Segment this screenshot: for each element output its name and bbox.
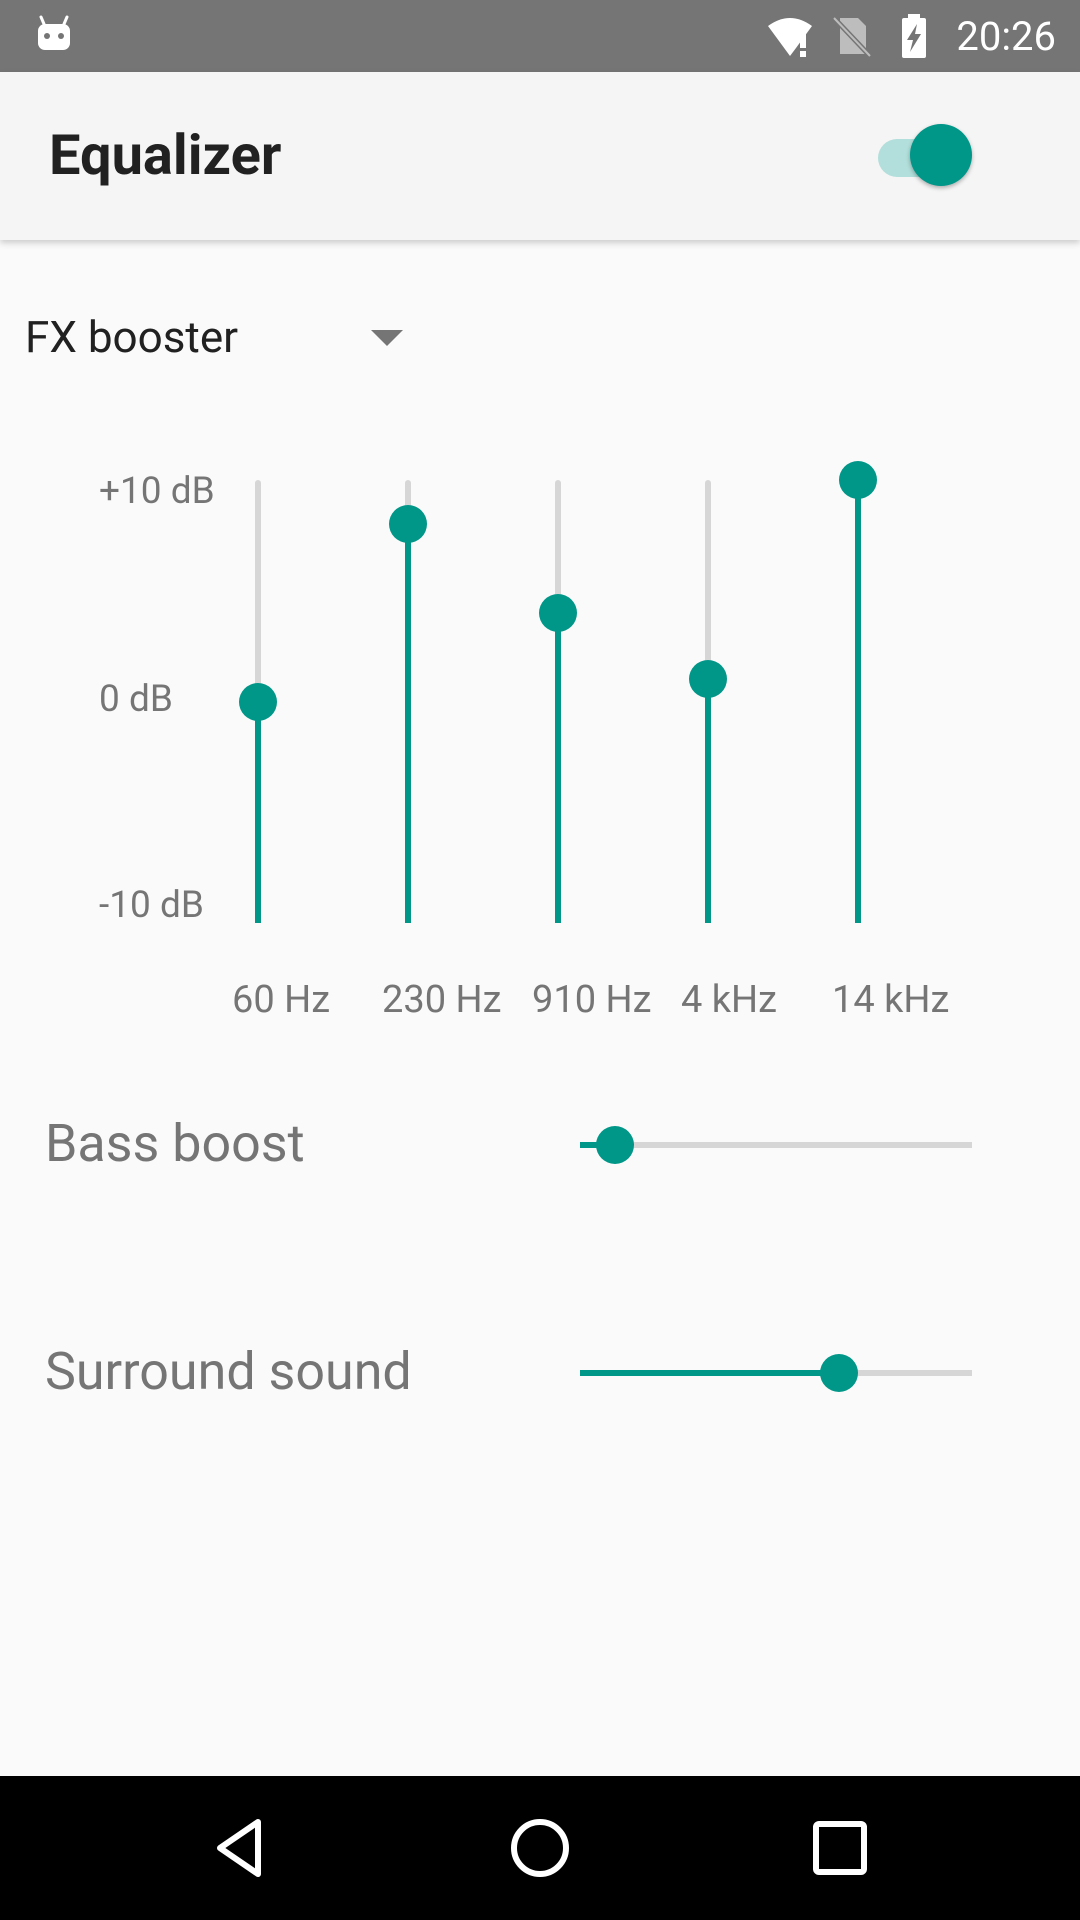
surround-sound-slider[interactable] bbox=[580, 1348, 972, 1398]
recents-icon[interactable] bbox=[806, 1814, 874, 1882]
band-thumb-60-hz[interactable] bbox=[239, 682, 277, 721]
band-label-60-hz: 60 Hz bbox=[232, 978, 331, 1022]
app-bar: Equalizer bbox=[0, 72, 1080, 240]
bass-boost-slider[interactable] bbox=[580, 1120, 972, 1170]
home-icon[interactable] bbox=[506, 1814, 574, 1882]
bass-boost-label: Bass boost bbox=[45, 1113, 305, 1174]
battery-charging-icon bbox=[902, 14, 927, 58]
band-thumb-910-hz[interactable] bbox=[539, 593, 577, 632]
status-bar: 20:26 bbox=[0, 0, 1080, 72]
wifi-alert-icon bbox=[768, 18, 813, 57]
band-thumb-230-hz[interactable] bbox=[389, 505, 427, 544]
band-fill-230-hz bbox=[405, 524, 411, 923]
slider-thumb[interactable] bbox=[819, 1354, 858, 1392]
slider-thumb[interactable] bbox=[596, 1126, 635, 1164]
android-icon bbox=[38, 15, 70, 50]
no-sim-icon bbox=[832, 16, 873, 58]
surround-sound-label: Surround sound bbox=[45, 1341, 412, 1402]
navigation-bar bbox=[0, 1776, 1080, 1920]
preset-label: FX booster bbox=[25, 311, 239, 363]
band-thumb-4-khz[interactable] bbox=[689, 660, 727, 699]
db-label-zero: 0 dB bbox=[99, 678, 173, 721]
db-label-min: -10 dB bbox=[99, 884, 204, 927]
band-fill-910-hz bbox=[555, 612, 561, 923]
band-fill-60-hz bbox=[255, 701, 261, 923]
band-thumb-14-khz[interactable] bbox=[839, 461, 877, 499]
band-fill-14-khz bbox=[855, 480, 861, 923]
slider-fill bbox=[580, 1370, 839, 1376]
preset-spinner[interactable]: FX booster bbox=[25, 305, 415, 375]
back-icon[interactable] bbox=[206, 1814, 274, 1882]
status-time: 20:26 bbox=[956, 12, 1056, 60]
page-title: Equalizer bbox=[49, 122, 282, 188]
equalizer-toggle[interactable] bbox=[876, 124, 976, 186]
band-label-14-khz: 14 kHz bbox=[832, 978, 950, 1022]
toggle-thumb[interactable] bbox=[910, 124, 972, 186]
band-fill-4-khz bbox=[705, 679, 711, 923]
band-label-230-hz: 230 Hz bbox=[382, 978, 502, 1022]
band-label-4-khz: 4 kHz bbox=[681, 978, 778, 1022]
slider-rail bbox=[580, 1142, 972, 1148]
db-label-max: +10 dB bbox=[99, 470, 215, 513]
band-label-910-hz: 910 Hz bbox=[532, 978, 652, 1022]
dropdown-arrow-icon bbox=[371, 330, 403, 346]
